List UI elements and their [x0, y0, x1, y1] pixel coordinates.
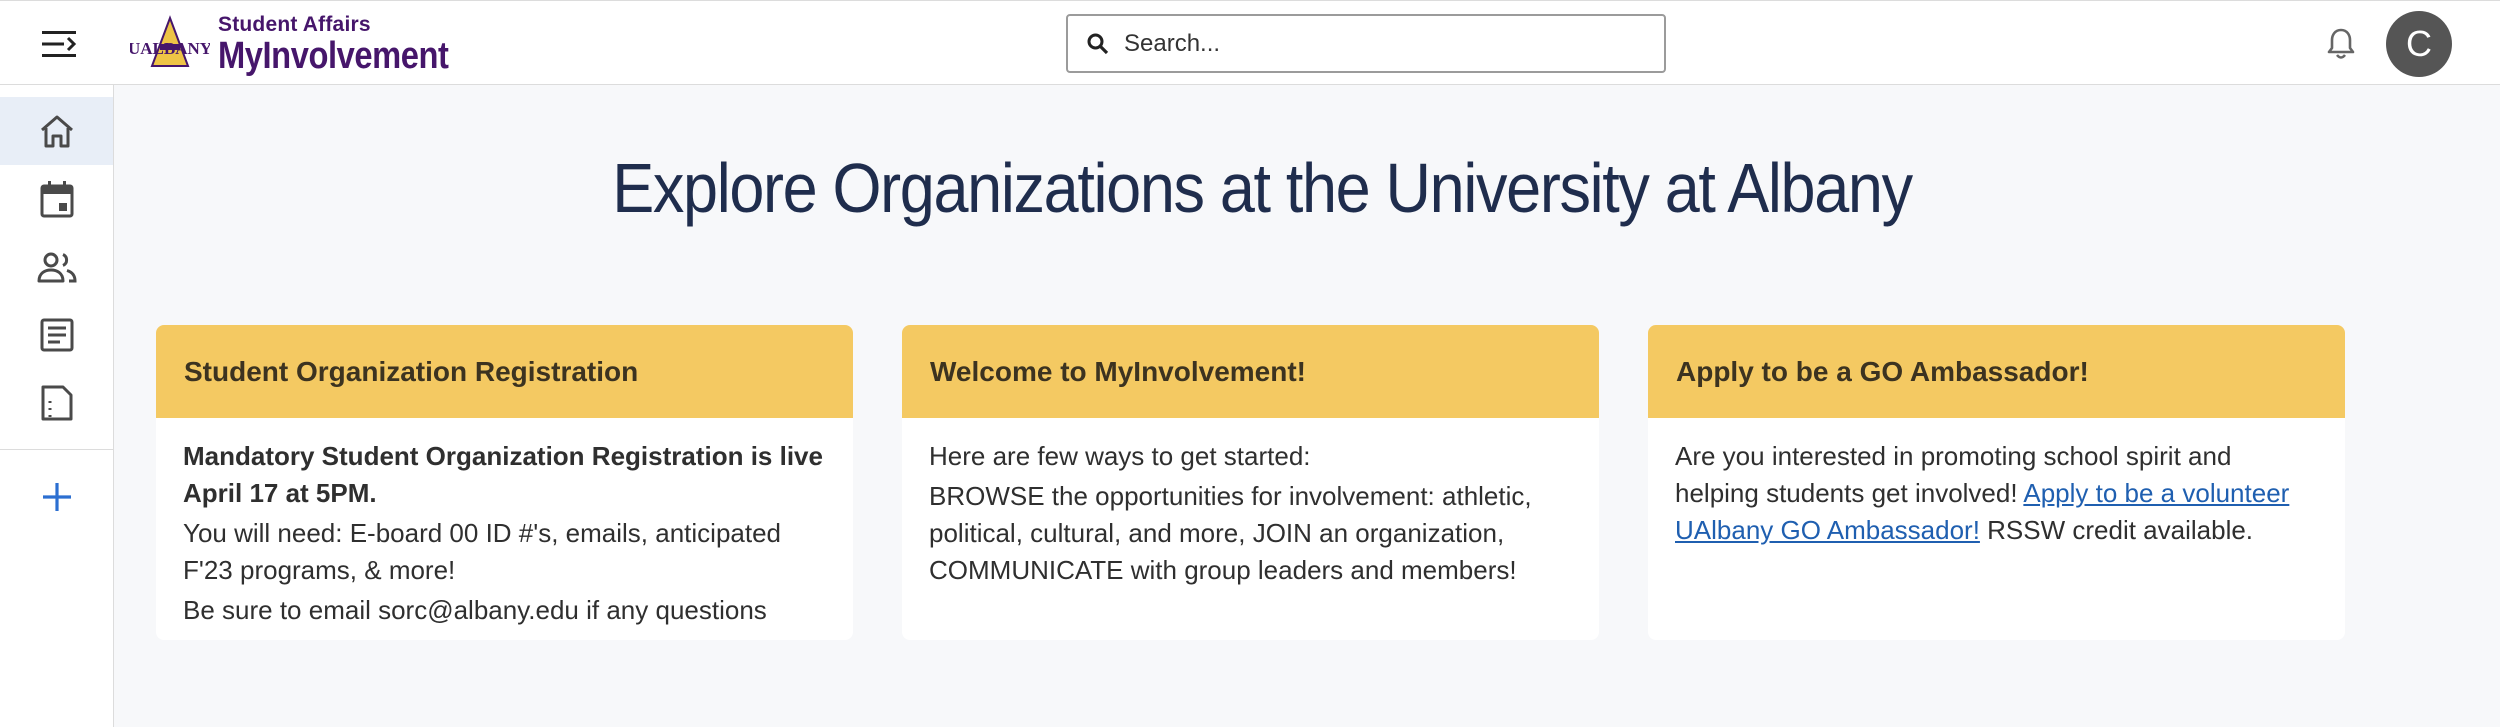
- menu-collapse-icon: [42, 31, 77, 57]
- sidebar-item-organizations[interactable]: [0, 233, 113, 301]
- sidebar-item-events[interactable]: [0, 165, 113, 233]
- card-text: BROWSE the opportunities for involvement…: [929, 481, 1532, 585]
- card-body: Are you interested in promoting school s…: [1648, 418, 2345, 549]
- sidebar: [0, 85, 114, 727]
- sidebar-item-news[interactable]: [0, 301, 113, 369]
- card-heading: Apply to be a GO Ambassador!: [1648, 325, 2345, 418]
- card-heading: Welcome to MyInvolvement!: [902, 325, 1599, 418]
- logo-mark-text: UALBANY: [130, 39, 210, 58]
- logo-title: MyInvolvement: [218, 34, 449, 77]
- card-registration: Student Organization Registration Mandat…: [156, 325, 853, 640]
- home-icon: [40, 115, 73, 148]
- search-icon: [1084, 30, 1112, 58]
- user-avatar[interactable]: C: [2386, 11, 2452, 77]
- card-go-ambassador: Apply to be a GO Ambassador! Are you int…: [1648, 325, 2345, 640]
- sidebar-item-forms[interactable]: [0, 369, 113, 437]
- document-icon: [41, 385, 72, 421]
- search-input[interactable]: [1124, 29, 1644, 58]
- card-bold-text: Mandatory Student Organization Registrat…: [183, 441, 823, 508]
- card-heading: Student Organization Registration: [156, 325, 853, 418]
- page-title: Explore Organizations at the University …: [612, 149, 1913, 227]
- menu-toggle-button[interactable]: [30, 23, 90, 65]
- article-icon: [40, 318, 73, 352]
- card-text: Are you interested in promoting school s…: [1675, 438, 2317, 549]
- card-text: Be sure to email sorc@albany.edu if any …: [183, 595, 767, 625]
- myinvolvement-logo[interactable]: UALBANY Student Affairs MyInvolvement: [130, 11, 486, 77]
- top-header: UALBANY Student Affairs MyInvolvement C: [0, 0, 2500, 85]
- card-text: Here are few ways to get started:: [929, 441, 1311, 471]
- plus-icon: [42, 483, 71, 511]
- ualbany-logo-mark: UALBANY: [130, 15, 210, 67]
- notifications-button[interactable]: [2318, 21, 2364, 67]
- calendar-icon: [40, 181, 73, 218]
- sidebar-divider: [0, 449, 113, 450]
- bell-icon: [2327, 28, 2355, 59]
- search-bar[interactable]: [1066, 14, 1666, 73]
- people-icon: [37, 252, 77, 283]
- logo-subtitle: Student Affairs: [218, 12, 371, 36]
- card-text-after: RSSW credit available.: [1979, 515, 2254, 545]
- avatar-letter: C: [2406, 23, 2432, 64]
- card-body: Here are few ways to get started: BROWSE…: [902, 418, 1599, 589]
- sidebar-add-button[interactable]: [0, 463, 113, 531]
- card-welcome: Welcome to MyInvolvement! Here are few w…: [902, 325, 1599, 640]
- card-text: You will need: E-board 00 ID #'s, emails…: [183, 518, 782, 585]
- card-body: Mandatory Student Organization Registrat…: [156, 418, 853, 629]
- sidebar-item-home[interactable]: [0, 97, 113, 165]
